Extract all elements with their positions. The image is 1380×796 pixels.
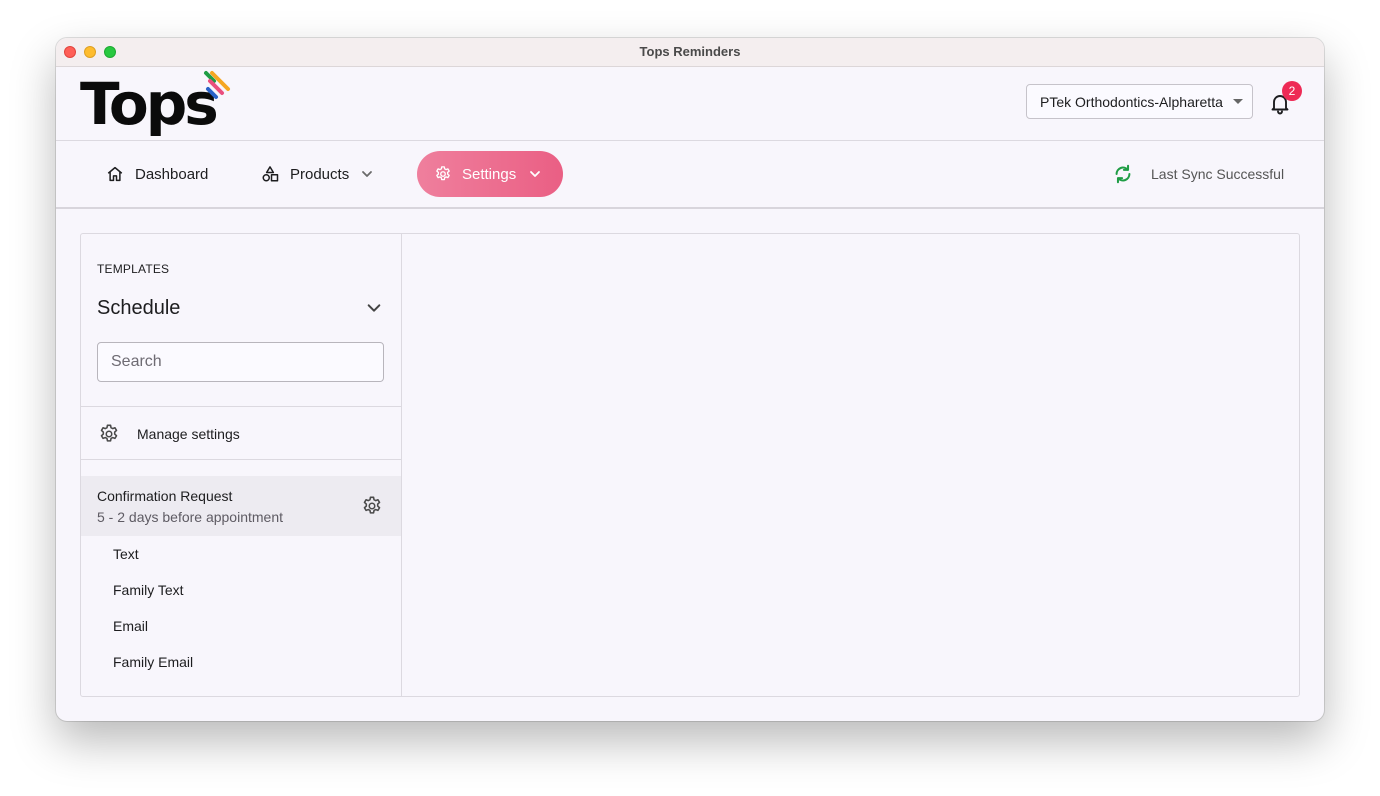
divider <box>81 459 401 460</box>
shapes-icon <box>262 166 279 182</box>
gear-icon <box>436 166 450 181</box>
practice-select-value: PTek Orthodontics-Alpharetta <box>1040 94 1223 110</box>
channel-family-email[interactable]: Family Email <box>113 654 193 670</box>
manage-settings-label: Manage settings <box>137 426 240 442</box>
template-search-input[interactable] <box>97 342 384 382</box>
sync-status-label: Last Sync Successful <box>1151 166 1285 182</box>
logo-text: Tops <box>80 70 219 138</box>
templates-sidebar: TEMPLATES Schedule Manage settings <box>81 234 402 696</box>
title-bar: Tops Reminders <box>56 38 1324 67</box>
window-title: Tops Reminders <box>639 44 741 59</box>
channel-email[interactable]: Email <box>113 618 148 634</box>
channel-text[interactable]: Text <box>113 546 139 562</box>
template-item-confirmation-request[interactable]: Confirmation Request 5 - 2 days before a… <box>81 476 401 536</box>
main-nav: Dashboard Products Settings Last Sync Su… <box>56 141 1324 209</box>
app-window: Tops Reminders Tops PTek Orthodontics-Al… <box>56 38 1324 721</box>
nav-products[interactable]: Products <box>261 151 373 197</box>
caret-down-icon <box>1233 99 1243 104</box>
practice-select[interactable]: PTek Orthodontics-Alpharetta <box>1026 84 1253 119</box>
home-icon <box>107 166 123 182</box>
channel-family-text[interactable]: Family Text <box>113 582 184 598</box>
template-category-value: Schedule <box>97 297 181 319</box>
templates-section-label: TEMPLATES <box>97 262 170 276</box>
tops-logo[interactable]: Tops <box>80 69 240 139</box>
gear-icon[interactable] <box>361 495 383 517</box>
nav-products-label: Products <box>290 165 350 183</box>
template-category-select[interactable]: Schedule <box>97 292 384 324</box>
sync-icon[interactable] <box>1112 163 1134 185</box>
notification-badge: 2 <box>1282 81 1302 101</box>
sync-status: Last Sync Successful <box>1112 161 1284 187</box>
nav-dashboard-label: Dashboard <box>135 165 209 183</box>
chevron-down-icon <box>362 171 373 177</box>
app-header: Tops PTek Orthodontics-Alpharetta 2 <box>56 67 1324 141</box>
desktop: Tops Reminders Tops PTek Orthodontics-Al… <box>0 0 1380 796</box>
template-name: Confirmation Request <box>97 488 233 504</box>
nav-settings-label: Settings <box>462 165 517 183</box>
template-schedule: 5 - 2 days before appointment <box>97 509 284 525</box>
logo-mark-icon <box>204 71 230 99</box>
template-content-area <box>402 234 1299 696</box>
chevron-down-icon <box>530 171 541 177</box>
manage-settings-button[interactable]: Manage settings <box>81 408 401 460</box>
divider <box>81 406 401 407</box>
chevron-down-icon <box>367 304 381 312</box>
templates-panel: TEMPLATES Schedule Manage settings <box>80 233 1300 697</box>
gear-icon <box>100 424 118 442</box>
nav-dashboard[interactable]: Dashboard <box>106 151 208 197</box>
nav-settings[interactable]: Settings <box>417 151 563 197</box>
